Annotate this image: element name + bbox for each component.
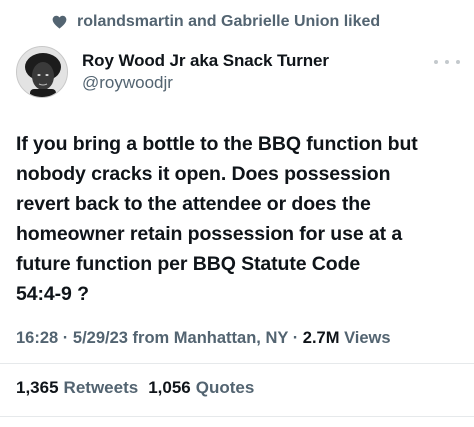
author-names: Roy Wood Jr aka Snack Turner @roywoodjr [82,51,329,93]
tweet-time[interactable]: 16:28 [16,329,58,347]
avatar[interactable] [16,46,68,98]
tweet-text-line: revert back to the attendee or does the [16,193,371,215]
tweet-location: from Manhattan, NY [132,329,289,347]
dot-icon [456,60,460,64]
separator-dot: · [62,329,69,347]
author-row: Roy Wood Jr aka Snack Turner @roywoodjr [16,46,329,98]
tweet-text-line: If you bring a bottle to the BBQ functio… [16,133,418,155]
more-options-button[interactable] [434,55,460,69]
tweet-text-line: nobody cracks it open. Does possession [16,163,391,185]
tweet-text: If you bring a bottle to the BBQ functio… [16,129,464,309]
dot-icon [434,60,438,64]
quotes-stat[interactable]: 1,056 Quotes [148,378,254,398]
social-context-text: rolandsmartin and Gabrielle Union liked [77,13,381,30]
tweet-text-line: 54:4-9 ? [16,283,89,305]
divider [0,416,474,417]
quotes-label: Quotes [195,378,255,397]
views-label: Views [344,329,391,347]
handle[interactable]: @roywoodjr [82,73,329,93]
heart-icon [52,15,67,29]
tweet-date[interactable]: 5/29/23 [73,329,128,347]
retweets-label: Retweets [63,378,139,397]
retweets-stat[interactable]: 1,365 Retweets [16,378,138,398]
social-context[interactable]: rolandsmartin and Gabrielle Union liked [52,13,380,31]
quotes-count: 1,056 [148,378,191,397]
engagement-stats: 1,365 Retweets 1,056 Quotes [16,378,254,398]
tweet-text-line: future function per BBQ Statute Code [16,253,361,275]
retweets-count: 1,365 [16,378,59,397]
divider [0,363,474,364]
separator-dot: · [292,329,299,347]
dot-icon [445,60,449,64]
tweet-text-line: homeowner retain possession for use at a [16,223,403,245]
display-name[interactable]: Roy Wood Jr aka Snack Turner [82,51,329,71]
views-count: 2.7M [302,329,340,347]
tweet-meta: 16:28 · 5/29/23 from Manhattan, NY · 2.7… [16,329,391,348]
